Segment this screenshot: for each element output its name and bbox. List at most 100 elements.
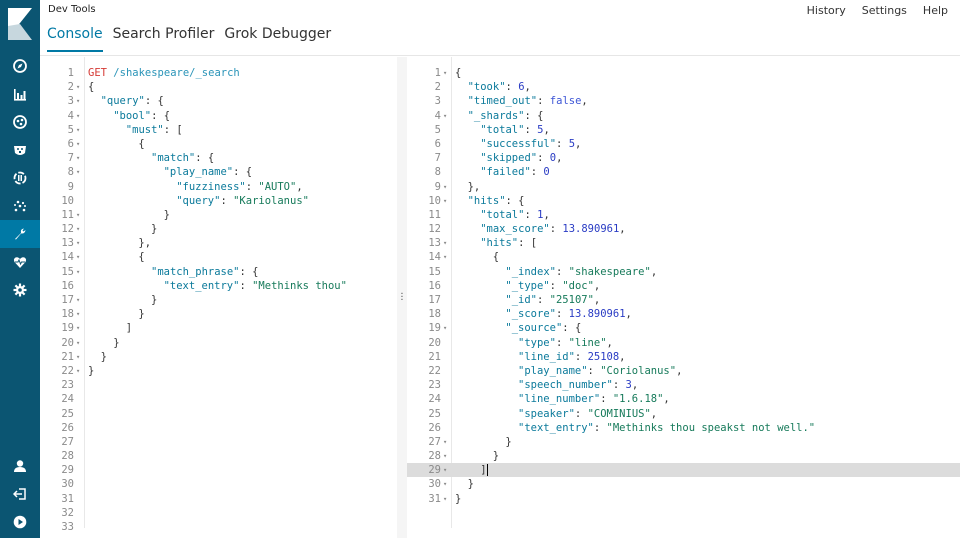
code-line[interactable]: 9 ▾}, — [407, 180, 960, 194]
code-line[interactable]: 25 — [40, 407, 397, 421]
code-line[interactable]: 5 ▾ "must": [ — [40, 123, 397, 137]
fold-toggle-icon[interactable]: ▾ — [76, 123, 84, 137]
code-line[interactable]: 16 "_type": "doc", — [407, 279, 960, 293]
code-line[interactable]: 24 — [40, 392, 397, 406]
nav-dev-tools[interactable] — [0, 220, 40, 248]
code-line[interactable]: 23 "speech_number": 3, — [407, 378, 960, 392]
fold-toggle-icon[interactable]: ▾ — [443, 463, 451, 477]
fold-toggle-icon[interactable]: ▾ — [76, 336, 84, 350]
fold-toggle-icon[interactable]: ▾ — [443, 109, 451, 123]
fold-toggle-icon[interactable]: ▾ — [443, 250, 451, 264]
code-line[interactable]: 25 "speaker": "COMINIUS", — [407, 407, 960, 421]
code-line[interactable]: 10 "query": "Kariolanus" — [40, 194, 397, 208]
code-line[interactable]: 13 ▾ "hits": [ — [407, 236, 960, 250]
fold-toggle-icon[interactable]: ▾ — [76, 350, 84, 364]
code-line[interactable]: 3 "timed_out": false, — [407, 94, 960, 108]
request-code[interactable]: 1 GET /shakespeare/_search 2 ▾{3 ▾ "query": {… — [40, 66, 397, 534]
code-line[interactable]: 20 ▾} — [40, 336, 397, 350]
code-line[interactable]: 14 ▾ { — [407, 250, 960, 264]
code-line[interactable]: 16 "text_entry": "Methinks thou" — [40, 279, 397, 293]
code-line[interactable]: 12 "max_score": 13.890961, — [407, 222, 960, 236]
code-line[interactable]: 28 ▾} — [407, 449, 960, 463]
code-line[interactable]: 18 ▾} — [40, 307, 397, 321]
nav-timelion[interactable] — [0, 136, 40, 164]
code-line[interactable]: 11 ▾} — [40, 208, 397, 222]
nav-user[interactable] — [0, 452, 40, 480]
code-line[interactable]: 27 ▾} — [407, 435, 960, 449]
code-line[interactable]: 3 ▾ "query": { — [40, 94, 397, 108]
fold-toggle-icon[interactable]: ▾ — [76, 250, 84, 264]
code-line[interactable]: 8 ▾ "play_name": { — [40, 165, 397, 179]
code-line[interactable]: 11 "total": 1, — [407, 208, 960, 222]
fold-toggle-icon[interactable]: ▾ — [443, 236, 451, 250]
fold-toggle-icon[interactable]: ▾ — [76, 151, 84, 165]
fold-toggle-icon[interactable]: ▾ — [443, 449, 451, 463]
code-line[interactable]: 31 ▾} — [407, 492, 960, 506]
fold-toggle-icon[interactable]: ▾ — [443, 477, 451, 491]
nav-monitoring[interactable] — [0, 248, 40, 276]
nav-dashboard[interactable] — [0, 108, 40, 136]
code-line[interactable]: 6 "successful": 5, — [407, 137, 960, 151]
code-line[interactable]: 15 ▾ "match_phrase": { — [40, 265, 397, 279]
code-line[interactable]: 1 GET /shakespeare/_search — [40, 66, 397, 80]
fold-toggle-icon[interactable]: ▾ — [76, 293, 84, 307]
nav-graph[interactable] — [0, 192, 40, 220]
code-line[interactable]: 7 "skipped": 0, — [407, 151, 960, 165]
code-line[interactable]: 17 ▾} — [40, 293, 397, 307]
code-line[interactable]: 20 "type": "line", — [407, 336, 960, 350]
fold-toggle-icon[interactable]: ▾ — [76, 208, 84, 222]
fold-toggle-icon[interactable]: ▾ — [443, 194, 451, 208]
code-line[interactable]: 9 "fuzziness": "AUTO", — [40, 180, 397, 194]
fold-toggle-icon[interactable]: ▾ — [76, 137, 84, 151]
fold-toggle-icon[interactable]: ▾ — [76, 265, 84, 279]
code-line[interactable]: 8 "failed": 0 — [407, 165, 960, 179]
code-line[interactable]: 18 "_score": 13.890961, — [407, 307, 960, 321]
code-line[interactable]: 33 — [40, 520, 397, 534]
code-line[interactable]: 19 ▾] — [40, 321, 397, 335]
fold-toggle-icon[interactable]: ▾ — [76, 165, 84, 179]
tab-search-profiler[interactable]: Search Profiler — [113, 26, 215, 52]
code-line[interactable]: 23 — [40, 378, 397, 392]
code-line[interactable]: 32 — [40, 506, 397, 520]
fold-toggle-icon[interactable]: ▾ — [76, 94, 84, 108]
fold-toggle-icon[interactable]: ▾ — [76, 80, 84, 94]
nav-collapse[interactable] — [0, 508, 40, 536]
nav-canvas[interactable] — [0, 164, 40, 192]
fold-toggle-icon[interactable]: ▾ — [76, 321, 84, 335]
code-line[interactable]: 27 — [40, 435, 397, 449]
code-line[interactable]: 4 ▾ "_shards": { — [407, 109, 960, 123]
code-line[interactable]: 14 ▾ { — [40, 250, 397, 264]
code-line[interactable]: 2 "took": 6, — [407, 80, 960, 94]
code-line[interactable]: 26 "text_entry": "Methinks thou speakst n… — [407, 421, 960, 435]
code-line[interactable]: 4 ▾ "bool": { — [40, 109, 397, 123]
code-line[interactable]: 2 ▾ { — [40, 80, 397, 94]
code-line[interactable]: 21 "line_id": 25108, — [407, 350, 960, 364]
code-line[interactable]: 29 ▾] — [407, 463, 960, 478]
fold-toggle-icon[interactable]: ▾ — [443, 321, 451, 335]
fold-toggle-icon[interactable]: ▾ — [76, 109, 84, 123]
fold-toggle-icon[interactable]: ▾ — [76, 364, 84, 378]
code-line[interactable]: 6 ▾ { — [40, 137, 397, 151]
code-line[interactable]: 30 — [40, 477, 397, 491]
kibana-logo[interactable] — [0, 0, 40, 46]
code-line[interactable]: 15 "_index": "shakespeare", — [407, 265, 960, 279]
history-link[interactable]: History — [807, 4, 846, 17]
code-line[interactable]: 24 "line_number": "1.6.18", — [407, 392, 960, 406]
fold-toggle-icon[interactable]: ▾ — [443, 492, 451, 506]
tab-grok-debugger[interactable]: Grok Debugger — [224, 26, 331, 52]
code-line[interactable]: 21 ▾} — [40, 350, 397, 364]
fold-toggle-icon[interactable]: ▾ — [443, 66, 451, 80]
settings-link[interactable]: Settings — [862, 4, 907, 17]
tab-console[interactable]: Console — [47, 26, 103, 52]
code-line[interactable]: 19 ▾ "_source": { — [407, 321, 960, 335]
help-link[interactable]: Help — [923, 4, 948, 17]
code-line[interactable]: 13 ▾}, — [40, 236, 397, 250]
pane-resizer[interactable]: · · · — [397, 57, 407, 538]
code-line[interactable]: 10 ▾ "hits": { — [407, 194, 960, 208]
response-code[interactable]: 1 ▾{2 "took": 6, 3 "timed_out": false, 4 ▾ "_sh… — [407, 66, 960, 506]
code-line[interactable]: 1 ▾ { — [407, 66, 960, 80]
fold-toggle-icon[interactable]: ▾ — [443, 435, 451, 449]
fold-toggle-icon[interactable]: ▾ — [76, 307, 84, 321]
code-line[interactable]: 5 "total": 5, — [407, 123, 960, 137]
code-line[interactable]: 22 ▾} — [40, 364, 397, 378]
